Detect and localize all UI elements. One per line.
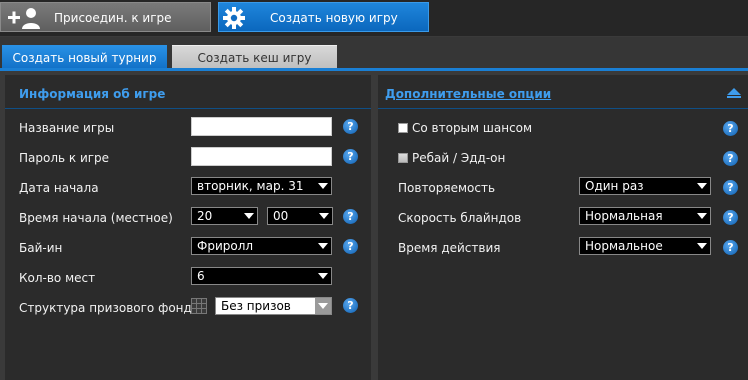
start-date-value: вторник, мар. 31: [197, 179, 304, 193]
join-game-label: Присоедин. к игре: [54, 11, 172, 25]
chevron-down-icon: [319, 213, 329, 219]
rebuy-addon-label: Ребай / Эдд-он: [412, 151, 506, 165]
game-info-title: Информация об игре: [19, 87, 166, 101]
start-hour-select[interactable]: 20: [191, 207, 258, 225]
collapse-bar: [727, 96, 741, 98]
extra-options-panel: Дополнительные опции Со вторым шансом ? …: [378, 75, 748, 380]
game-name-input[interactable]: [191, 117, 332, 136]
repeat-select[interactable]: Один раз: [579, 177, 711, 195]
tab-bar: Создать новый турнир Создать кеш игру: [0, 37, 748, 71]
help-icon[interactable]: ?: [343, 209, 358, 224]
help-icon[interactable]: ?: [343, 149, 358, 164]
tab-underline: [0, 68, 748, 71]
top-bar: Присоедин. к игре Создать новую игру: [0, 0, 748, 36]
game-name-label: Название игры: [19, 121, 115, 135]
table-grid-icon[interactable]: [191, 298, 207, 314]
seats-select[interactable]: 6: [191, 267, 332, 285]
chevron-down-icon: [318, 303, 328, 309]
second-chance-checkbox[interactable]: [398, 123, 408, 133]
help-icon[interactable]: ?: [723, 121, 738, 136]
chevron-down-icon: [244, 213, 254, 219]
game-info-panel: Информация об игре Название игры ? Парол…: [5, 75, 371, 380]
start-hour-value: 20: [197, 209, 213, 223]
action-time-label: Время действия: [398, 241, 501, 255]
create-game-button[interactable]: Создать новую игру: [218, 2, 429, 32]
buyin-select[interactable]: Фриролл: [191, 237, 332, 255]
blinds-speed-select[interactable]: Нормальная: [579, 207, 711, 225]
chevron-down-icon: [318, 243, 328, 249]
start-date-label: Дата начала: [19, 181, 99, 195]
create-game-label: Создать новую игру: [270, 11, 398, 25]
help-icon[interactable]: ?: [723, 180, 738, 195]
tab-create-tournament[interactable]: Создать новый турнир: [2, 45, 167, 70]
prize-structure-label: Структура призового фонда: [19, 301, 200, 315]
start-minute-select[interactable]: 00: [267, 207, 333, 225]
rebuy-addon-checkbox[interactable]: [398, 153, 408, 163]
blinds-speed-label: Скорость блайндов: [398, 211, 522, 225]
second-chance-label: Со вторым шансом: [412, 121, 533, 135]
game-password-input[interactable]: [191, 147, 332, 166]
help-icon[interactable]: ?: [723, 240, 738, 255]
seats-label: Кол-во мест: [19, 271, 96, 285]
help-icon[interactable]: ?: [343, 239, 358, 254]
prize-structure-select[interactable]: Без призов: [215, 297, 332, 315]
add-user-icon: [8, 8, 40, 29]
tab-create-cash-game[interactable]: Создать кеш игру: [172, 45, 337, 70]
game-info-header: Информация об игре: [5, 75, 371, 109]
prize-structure-value: Без призов: [221, 299, 291, 313]
chevron-down-icon: [318, 183, 328, 189]
extra-options-header: Дополнительные опции: [378, 75, 748, 109]
gear-icon: [223, 7, 245, 29]
chevron-down-icon: [318, 273, 328, 279]
start-date-select[interactable]: вторник, мар. 31: [191, 177, 332, 195]
help-icon[interactable]: ?: [723, 151, 738, 166]
buyin-label: Бай-ин: [19, 241, 63, 255]
extra-options-title[interactable]: Дополнительные опции: [385, 87, 551, 101]
chevron-down-icon: [697, 183, 707, 189]
start-minute-value: 00: [273, 209, 289, 223]
help-icon[interactable]: ?: [343, 119, 358, 134]
repeat-label: Повторяемость: [398, 181, 496, 195]
help-icon[interactable]: ?: [723, 210, 738, 225]
chevron-down-icon: [697, 213, 707, 219]
chevron-down-icon: [697, 243, 707, 249]
buyin-value: Фриролл: [197, 239, 254, 253]
collapse-icon[interactable]: [727, 88, 741, 95]
join-game-button[interactable]: Присоедин. к игре: [0, 2, 211, 32]
help-icon[interactable]: ?: [343, 298, 358, 313]
action-time-value: Нормальное: [585, 239, 663, 253]
game-password-label: Пароль к игре: [19, 151, 110, 165]
repeat-value: Один раз: [585, 179, 644, 193]
action-time-select[interactable]: Нормальное: [579, 237, 711, 255]
start-time-label: Время начала (местное): [19, 211, 173, 225]
blinds-speed-value: Нормальная: [585, 209, 663, 223]
seats-value: 6: [197, 269, 205, 283]
